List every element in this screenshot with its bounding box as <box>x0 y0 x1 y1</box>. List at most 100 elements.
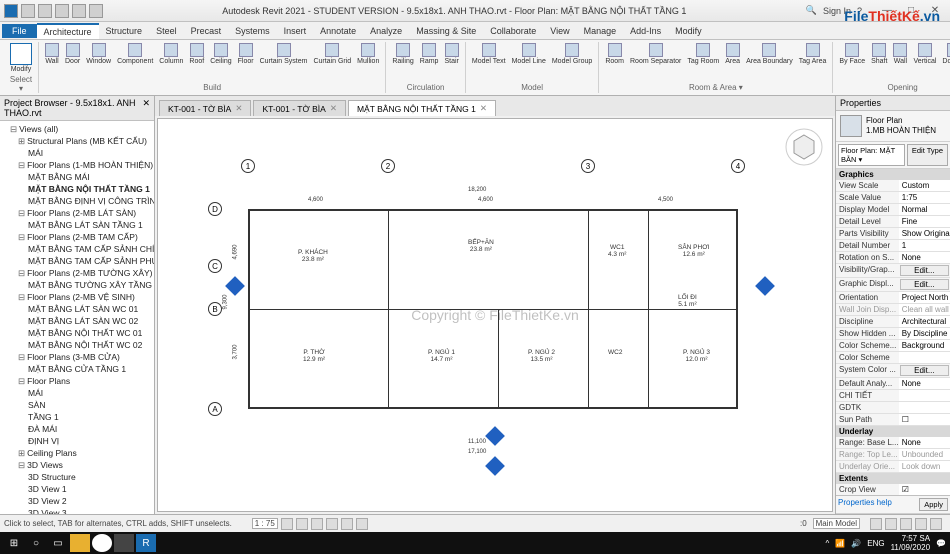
project-tree[interactable]: ⊟Views (all)⊞Structural Plans (MB KẾT CẤ… <box>0 121 154 514</box>
tab-analyze[interactable]: Analyze <box>363 24 409 38</box>
prop-row[interactable]: GDTK <box>836 402 950 414</box>
ribbon-curtain-system[interactable]: Curtain System <box>258 42 310 82</box>
prop-row[interactable]: System Color ...Edit... <box>836 364 950 378</box>
ribbon-component[interactable]: Component <box>115 42 155 82</box>
viewport[interactable]: Copyright © FileThietKe.vn 1 2 3 4 D C <box>157 118 833 512</box>
apply-button[interactable]: Apply <box>919 498 948 511</box>
sun-path-icon[interactable] <box>311 518 323 530</box>
tray-up-icon[interactable]: ^ <box>826 539 830 548</box>
drag-icon[interactable] <box>930 518 942 530</box>
tab-view[interactable]: View <box>543 24 576 38</box>
ribbon-roof[interactable]: Roof <box>187 42 206 82</box>
tree-node[interactable]: MẶT BẰNG TAM CẤP SẢNH CHÍNH <box>2 243 152 255</box>
tree-node[interactable]: ĐỊNH VỊ <box>2 435 152 447</box>
tree-node[interactable]: MẶT BẰNG LÁT SÀN WC 02 <box>2 315 152 327</box>
tab-annotate[interactable]: Annotate <box>313 24 363 38</box>
ribbon-model-group[interactable]: Model Group <box>550 42 594 82</box>
tree-node[interactable]: MÁI <box>2 387 152 399</box>
prop-row[interactable]: Range: Top Le...Unbounded <box>836 449 950 461</box>
tree-node[interactable]: MẶT BẰNG CỬA TẦNG 1 <box>2 363 152 375</box>
select-pinned-icon[interactable] <box>900 518 912 530</box>
ribbon-ceiling[interactable]: Ceiling <box>208 42 233 82</box>
revit-logo-icon[interactable] <box>4 4 18 18</box>
tree-node[interactable]: MẶT BẰNG NỘI THẤT WC 01 <box>2 327 152 339</box>
tree-node[interactable]: MẶT BẰNG MÁI <box>2 171 152 183</box>
prop-row[interactable]: CHI TIẾT <box>836 390 950 402</box>
prop-row[interactable]: Sun Path☐ <box>836 414 950 426</box>
tab-structure[interactable]: Structure <box>99 24 150 38</box>
prop-row[interactable]: Underlay Orie...Look down <box>836 461 950 473</box>
explorer-icon[interactable] <box>70 534 90 552</box>
prop-row[interactable]: Crop View☑ <box>836 484 950 495</box>
tab-modify[interactable]: Modify <box>668 24 709 38</box>
doc-tab-0[interactable]: KT-001 - TỜ BÌA✕ <box>159 100 251 116</box>
tab-systems[interactable]: Systems <box>228 24 277 38</box>
tree-node[interactable]: ⊞Structural Plans (MB KẾT CẤU) <box>2 135 152 147</box>
tab-massing[interactable]: Massing & Site <box>409 24 483 38</box>
revit-taskbar-icon[interactable]: R <box>136 534 156 552</box>
crop-icon[interactable] <box>341 518 353 530</box>
select-face-icon[interactable] <box>915 518 927 530</box>
prop-section-header[interactable]: Graphics <box>836 169 950 180</box>
edit-type-button[interactable]: Edit Type <box>907 144 948 166</box>
modify-tool[interactable]: Modify <box>8 42 34 74</box>
language-indicator[interactable]: ENG <box>867 539 884 548</box>
select-links-icon[interactable] <box>885 518 897 530</box>
ribbon-window[interactable]: Window <box>84 42 113 82</box>
ribbon-tag-area[interactable]: Tag Area <box>797 42 829 82</box>
clock-time[interactable]: 7:57 SA <box>891 534 930 543</box>
ribbon-ramp[interactable]: Ramp <box>418 42 441 82</box>
tree-node[interactable]: ⊟Floor Plans (2-MB LÁT SÀN) <box>2 207 152 219</box>
ribbon-wall[interactable]: Wall <box>891 42 909 82</box>
open-icon[interactable] <box>21 4 35 18</box>
tree-node[interactable]: ⊟Floor Plans <box>2 375 152 387</box>
view-cube[interactable] <box>784 127 824 167</box>
redo-icon[interactable] <box>72 4 86 18</box>
instance-selector[interactable]: Floor Plan: MẶT BẰN ▾ <box>838 144 905 166</box>
ribbon-by-face[interactable]: By Face <box>837 42 867 82</box>
save-icon[interactable] <box>38 4 52 18</box>
task-view-icon[interactable]: ▭ <box>48 534 68 552</box>
ribbon-shaft[interactable]: Shaft <box>869 42 889 82</box>
tree-node[interactable]: ⊞Ceiling Plans <box>2 447 152 459</box>
ribbon-floor[interactable]: Floor <box>236 42 256 82</box>
tree-node[interactable]: MẶT BẰNG NỘI THẤT TẦNG 1 <box>2 183 152 195</box>
ribbon-vertical[interactable]: Vertical <box>911 42 938 82</box>
prop-row[interactable]: Display ModelNormal <box>836 204 950 216</box>
doc-tab-2[interactable]: MẶT BẰNG NỘI THẤT TẦNG 1✕ <box>348 100 496 116</box>
file-menu[interactable]: File <box>2 24 37 38</box>
close-tab-icon[interactable]: ✕ <box>480 103 487 114</box>
hide-icon[interactable] <box>356 518 368 530</box>
prop-row[interactable]: DisciplineArchitectural <box>836 316 950 328</box>
prop-row[interactable]: View ScaleCustom <box>836 180 950 192</box>
doc-tab-1[interactable]: KT-001 - TỜ BÌA✕ <box>253 100 345 116</box>
search-icon[interactable]: 🔍 <box>806 5 817 16</box>
prop-section-header[interactable]: Extents <box>836 473 950 484</box>
prop-row[interactable]: Rotation on S...None <box>836 252 950 264</box>
filter-icon[interactable] <box>870 518 882 530</box>
ribbon-model-line[interactable]: Model Line <box>510 42 548 82</box>
prop-row[interactable]: Range: Base L...None <box>836 437 950 449</box>
start-button[interactable]: ⊞ <box>4 534 24 552</box>
network-icon[interactable]: 📶 <box>835 539 845 548</box>
clock-date[interactable]: 11/09/2020 <box>891 543 930 552</box>
prop-row[interactable]: Parts VisibilityShow Original <box>836 228 950 240</box>
notifications-icon[interactable]: 💬 <box>936 539 946 548</box>
tree-node[interactable]: ⊟3D Views <box>2 459 152 471</box>
tree-node[interactable]: MẶT BẰNG LÁT SÀN TẦNG 1 <box>2 219 152 231</box>
ribbon-door[interactable]: Door <box>63 42 82 82</box>
scale-selector[interactable]: 1 : 75 <box>252 518 278 529</box>
tree-node[interactable]: MÁI <box>2 147 152 159</box>
tab-insert[interactable]: Insert <box>277 24 314 38</box>
prop-row[interactable]: Wall Join Disp...Clean all wall j... <box>836 304 950 316</box>
tree-node[interactable]: ⊟Floor Plans (2-MB VỆ SINH) <box>2 291 152 303</box>
ribbon-tag-room[interactable]: Tag Room <box>685 42 721 82</box>
undo-icon[interactable] <box>55 4 69 18</box>
prop-row[interactable]: Default Analy...None <box>836 378 950 390</box>
tree-node[interactable]: MẶT BẰNG TAM CẤP SẢNH PHỤ <box>2 255 152 267</box>
close-tab-icon[interactable]: ✕ <box>330 103 337 114</box>
tree-node[interactable]: 3D View 2 <box>2 495 152 507</box>
tree-node[interactable]: ⊟Views (all) <box>2 123 152 135</box>
detail-level-icon[interactable] <box>281 518 293 530</box>
tree-node[interactable]: MẶT BẰNG TƯỜNG XÂY TẦNG 1 <box>2 279 152 291</box>
